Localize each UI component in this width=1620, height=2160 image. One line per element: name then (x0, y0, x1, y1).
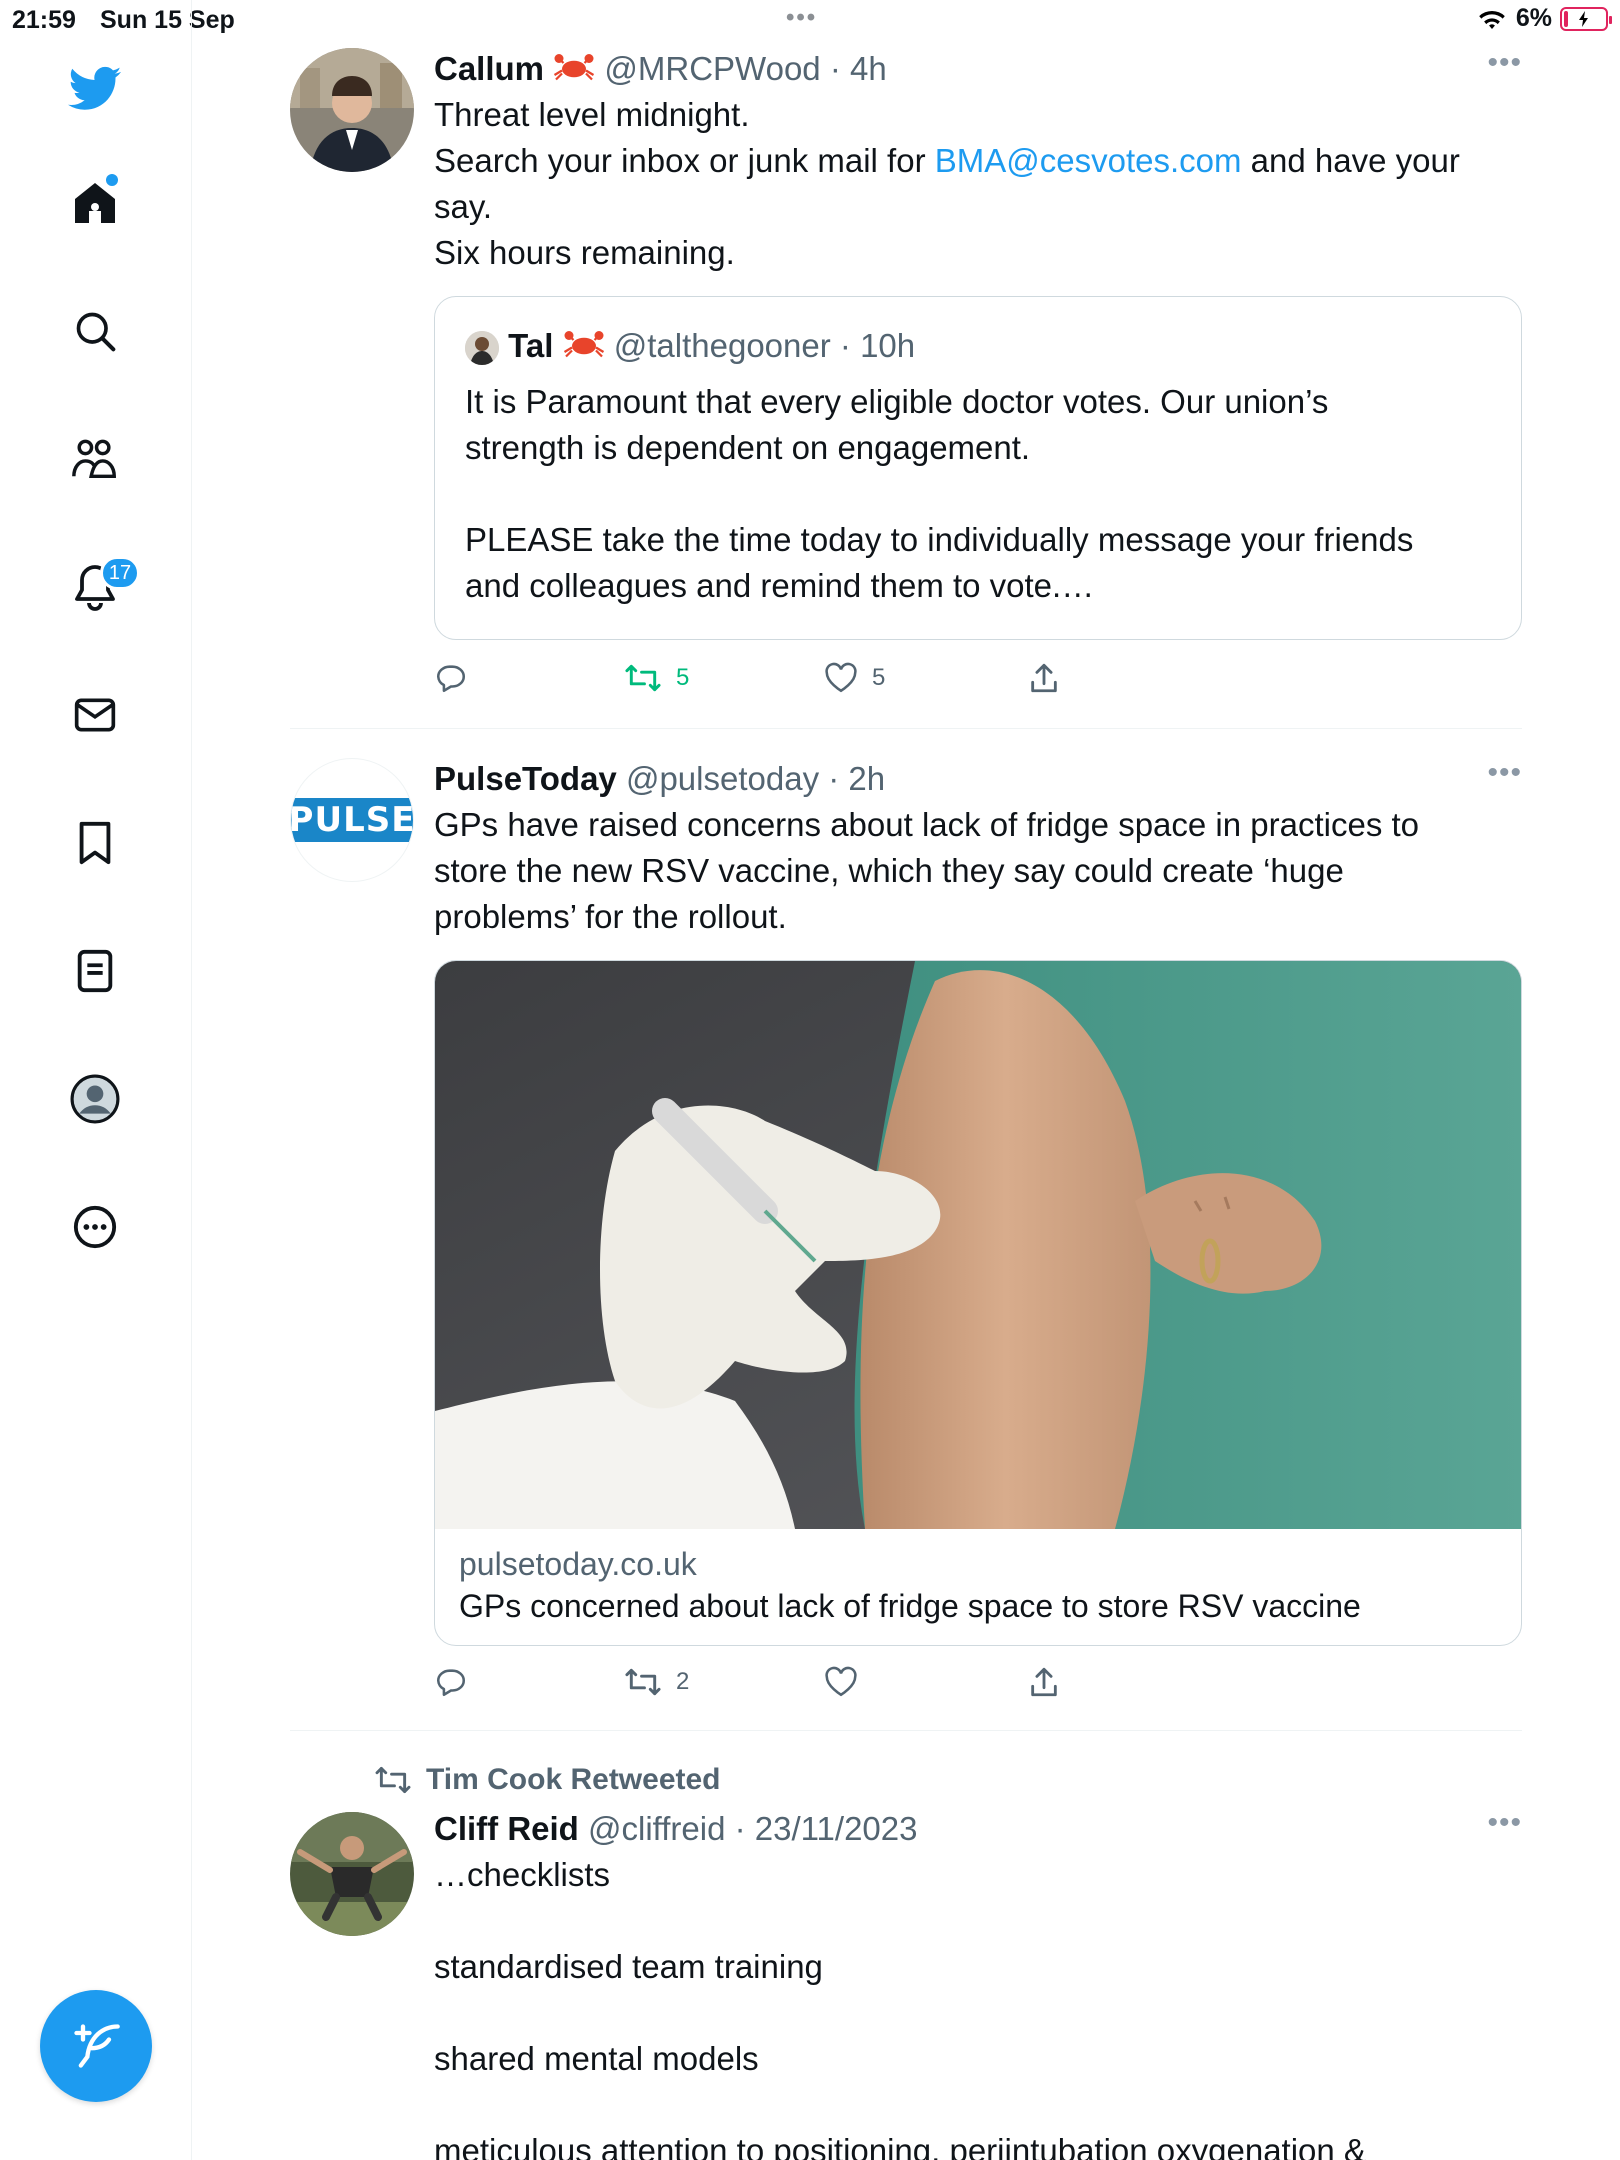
tweet-header: PulseToday @pulsetoday · 2h (434, 760, 886, 797)
quote-author-handle: @talthegooner (613, 327, 831, 364)
card-title: GPs concerned about lack of fridge space… (459, 1588, 1361, 1624)
quoted-tweet[interactable]: Tal @talthegooner · 10h It is Paramount … (434, 296, 1522, 640)
communities-icon[interactable] (66, 430, 124, 488)
card-domain: pulsetoday.co.uk (459, 1546, 697, 1582)
tweet-time[interactable]: 2h (848, 760, 885, 797)
lists-icon[interactable] (66, 942, 124, 1000)
sidebar: 17 (0, 0, 192, 2160)
tweet-text: GPs have raised concerns about lack of f… (434, 806, 1420, 935)
retweeted-by-row: Tim Cook Retweeted (374, 1758, 721, 1802)
battery-percent: 6% (1515, 4, 1552, 32)
quote-header: Tal @talthegooner · 10h (465, 323, 915, 369)
retweet-count: 2 (676, 1668, 690, 1695)
retweet-count: 5 (676, 664, 690, 691)
tweet-callum[interactable]: Callum @MRCPWood · 4h ••• Threat level m… (290, 46, 1522, 726)
more-icon[interactable]: ••• (1487, 1806, 1522, 1840)
like-button[interactable] (824, 1660, 858, 1704)
tweet-pulsetoday[interactable]: PULSE PulseToday @pulsetoday · 2h ••• GP… (290, 756, 1522, 1716)
avatar[interactable]: PULSE (290, 758, 414, 882)
tweet-text: Threat level midnight. Search your inbox… (434, 96, 1460, 271)
status-right: 6% (1476, 4, 1612, 33)
author-handle[interactable]: @cliffreid (588, 1810, 725, 1847)
tweet-header: Cliff Reid @cliffreid · 23/11/2023 (434, 1810, 918, 1847)
retweeted-by-label[interactable]: Tim Cook Retweeted (426, 1763, 721, 1797)
author-name[interactable]: Callum (434, 50, 544, 87)
quote-text: It is Paramount that every eligible doct… (465, 383, 1414, 604)
like-button[interactable]: 5 (824, 656, 885, 700)
tweet-text: …checklists standardised team training s… (434, 1856, 1366, 2160)
like-count: 5 (872, 664, 886, 691)
reply-button[interactable] (434, 656, 468, 700)
pulse-logo: PULSE (291, 798, 413, 842)
heart-icon (825, 1666, 857, 1697)
wifi-icon (1479, 10, 1505, 29)
reply-button[interactable] (434, 1660, 468, 1704)
messages-icon[interactable] (66, 686, 124, 744)
card-image-vaccination (435, 961, 1521, 1529)
author-handle[interactable]: @MRCPWood (604, 50, 820, 87)
avatar[interactable] (290, 48, 414, 172)
crab-emoji-icon (563, 325, 605, 371)
link-card[interactable]: pulsetoday.co.uk GPs concerned about lac… (434, 960, 1522, 1646)
compose-tweet-button[interactable] (40, 1990, 152, 2102)
share-button[interactable] (1028, 656, 1060, 700)
profile-avatar-icon[interactable] (66, 1070, 124, 1128)
search-icon[interactable] (66, 302, 124, 360)
avatar[interactable] (290, 1812, 414, 1936)
retweet-icon (625, 1668, 661, 1696)
notifications-badge: 17 (100, 556, 140, 590)
home-unread-dot (106, 174, 118, 186)
share-icon (1031, 663, 1057, 693)
more-icon[interactable]: ••• (1487, 46, 1522, 80)
more-options-icon[interactable] (66, 1198, 124, 1256)
divider (290, 1730, 1522, 1731)
status-bar: 21:59 Sun 15 Sep ••• 6% (0, 0, 1620, 38)
reply-icon (436, 1669, 465, 1697)
tweet-time[interactable]: 4h (850, 50, 887, 87)
tweet-actions: 2 (434, 1660, 1114, 1704)
author-name[interactable]: PulseToday (434, 760, 617, 797)
more-icon[interactable]: ••• (1487, 756, 1522, 790)
card-meta: pulsetoday.co.uk GPs concerned about lac… (435, 1529, 1521, 1627)
crab-emoji-icon (553, 48, 595, 94)
share-icon (1031, 1667, 1057, 1697)
quote-avatar (465, 331, 499, 366)
compose-feather-icon (74, 2024, 120, 2068)
tweet-actions: 5 5 (434, 656, 1114, 700)
retweet-icon (625, 664, 661, 692)
retweet-button[interactable]: 5 (624, 656, 689, 700)
retweet-icon (375, 1766, 411, 1794)
author-handle[interactable]: @pulsetoday (626, 760, 819, 797)
bookmarks-icon[interactable] (66, 814, 124, 872)
tweet-header: Callum @MRCPWood · 4h (434, 46, 1522, 92)
author-name[interactable]: Cliff Reid (434, 1810, 579, 1847)
share-button[interactable] (1028, 1660, 1060, 1704)
retweet-button[interactable]: 2 (624, 1660, 689, 1704)
twitter-logo-icon[interactable] (66, 60, 124, 118)
reply-icon (436, 665, 465, 693)
email-link[interactable]: BMA@cesvotes.com (935, 142, 1242, 179)
tweet-cliffreid[interactable]: Tim Cook Retweeted Cliff Reid @cliffreid… (290, 1756, 1522, 2160)
heart-icon (825, 662, 857, 693)
divider (290, 728, 1522, 729)
multitasking-dots-icon[interactable]: ••• (786, 4, 817, 32)
tweet-time[interactable]: 23/11/2023 (755, 1810, 918, 1847)
quote-author-name: Tal (508, 327, 554, 364)
quote-time: 10h (860, 327, 916, 364)
battery-icon (1560, 6, 1612, 31)
